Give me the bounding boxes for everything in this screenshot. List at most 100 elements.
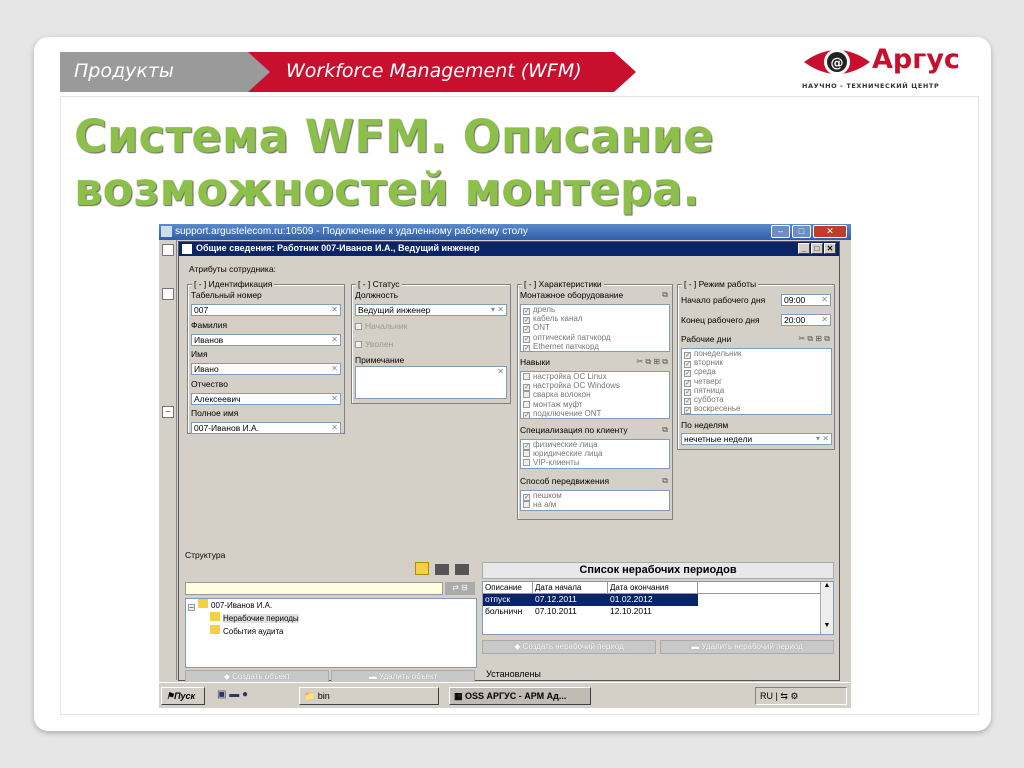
list-item[interactable]: ✓ четверг xyxy=(682,377,831,387)
end-time-field[interactable]: 20:00 ✕ xyxy=(781,314,831,326)
list-item[interactable]: настройка ОС Linux xyxy=(521,372,669,381)
clear-icon[interactable]: ✕ xyxy=(497,367,504,377)
list-item[interactable]: сварка волокон xyxy=(521,390,669,399)
edit-icon[interactable]: ⧉ xyxy=(662,476,668,486)
tray-icon[interactable]: ⚙ xyxy=(790,691,798,701)
dropdown-clear-icon[interactable]: ▾ ✕ xyxy=(816,434,829,444)
start-button[interactable]: ⚑Пуск xyxy=(161,687,205,705)
list-item[interactable]: ✓ кабель канал xyxy=(521,314,669,325)
edit-icon[interactable]: ⧉ xyxy=(662,425,668,435)
minimize-icon[interactable]: _ xyxy=(798,243,810,254)
name-field[interactable]: Ивано ✕ xyxy=(191,363,341,375)
clear-icon[interactable]: ✕ xyxy=(331,394,338,404)
taskbar-folder-bin[interactable]: 📁 bin xyxy=(299,687,439,705)
days-list[interactable]: ✓ понедельник ✓ вторник ✓ среда ✓ четверг ✓ п… xyxy=(681,348,832,415)
note-field[interactable]: ✕ xyxy=(355,366,507,399)
list-item[interactable]: юридические лица xyxy=(521,449,669,458)
list-item[interactable]: ✓ настройка ОС Windows xyxy=(521,381,669,392)
maximize-icon[interactable]: □ xyxy=(792,225,811,238)
periods-scrollbar[interactable]: ▲ ▼ xyxy=(820,582,833,634)
list-item[interactable]: ✓ дрель xyxy=(521,305,669,315)
delete-period-button[interactable]: ▬ Удалить нерабочий период xyxy=(660,640,834,654)
skills-list[interactable]: настройка ОС Linux ✓ настройка ОС Windows… xyxy=(520,371,670,419)
tree-item[interactable]: События аудита xyxy=(186,625,476,638)
folder-icon[interactable] xyxy=(435,564,449,575)
list-item[interactable]: ✓ оптический патчкорд xyxy=(521,333,669,343)
periods-table[interactable]: Описание Дата начала Дата окончания отпу… xyxy=(482,581,834,635)
identification-group-label[interactable]: [ - ] Идентификация xyxy=(192,279,275,289)
edit-icon[interactable]: ⧉ xyxy=(662,290,668,300)
taskbar-app[interactable]: ▦ OSS АРГУС - АРМ Ад... xyxy=(449,687,591,705)
list-item[interactable]: ✓ пятница xyxy=(682,386,831,396)
folder-icon[interactable] xyxy=(455,564,469,575)
status-group-label[interactable]: [ - ] Статус xyxy=(356,279,402,289)
skills-tools-icon[interactable]: ✂ ⧉ ⊞ ⧉ xyxy=(637,357,669,367)
tab-number-field[interactable]: 007 ✕ xyxy=(191,304,341,316)
lastname-field[interactable]: Иванов ✕ xyxy=(191,334,341,346)
expand-icon[interactable]: – xyxy=(162,406,174,418)
start-label: Начало рабочего дня xyxy=(681,295,766,305)
list-item[interactable]: ✓ среда xyxy=(682,367,831,378)
clear-icon[interactable]: ✕ xyxy=(331,305,338,315)
close-icon[interactable]: ✕ xyxy=(813,225,847,238)
move-list[interactable]: ✓ пешком на а/м xyxy=(520,490,670,511)
move-label: Способ передвижения xyxy=(520,476,610,486)
list-item[interactable]: ✓ суббота xyxy=(682,395,831,405)
list-item[interactable]: ✓ воскресенье xyxy=(682,404,831,415)
tree-item[interactable]: –007-Иванов И.А. xyxy=(186,599,476,612)
list-item[interactable]: ✓ вторник xyxy=(682,358,831,369)
characteristics-group-label[interactable]: [ - ] Характеристики xyxy=(522,279,604,289)
table-row[interactable]: больничн 07.10.2011 12.10.2011 xyxy=(483,606,833,618)
start-time-field[interactable]: 09:00 ✕ xyxy=(781,294,831,306)
position-select[interactable]: Ведущий инженер ▾ ✕ xyxy=(355,304,507,316)
fired-checkbox[interactable]: Уволен xyxy=(355,339,393,349)
app-icon[interactable] xyxy=(162,288,174,300)
structure-search-input[interactable] xyxy=(185,582,443,595)
argus-logo: @ Аргус НАУЧНО - ТЕХНИЧЕСКИЙ ЦЕНТР xyxy=(800,44,960,94)
maximize-icon[interactable]: □ xyxy=(811,243,823,254)
fullname-field[interactable]: 007-Иванов И.А. ✕ xyxy=(191,422,341,434)
network-icon[interactable]: ⇆ xyxy=(780,691,788,701)
equipment-list[interactable]: ✓ дрель ✓ кабель канал ✓ ONT ✓ оптический па… xyxy=(520,304,670,352)
weeks-label: По неделям xyxy=(681,420,729,430)
breadcrumb-section[interactable]: Продукты xyxy=(60,52,272,92)
minimize-icon[interactable]: – xyxy=(771,225,790,238)
structure-tree[interactable]: –007-Иванов И.А. Нерабочие периоды Событ… xyxy=(185,598,477,668)
close-icon[interactable]: ✕ xyxy=(824,243,836,254)
schedule-group-label[interactable]: [ - ] Режим работы xyxy=(682,279,759,289)
table-row[interactable]: отпуск 07.12.2011 01.02.2012 xyxy=(483,594,698,606)
chief-label: Начальник xyxy=(365,321,408,331)
list-item[interactable]: VIP-клиенты xyxy=(521,458,669,467)
patronymic-field[interactable]: Алексеевич ✕ xyxy=(191,393,341,405)
chief-checkbox[interactable]: Начальник xyxy=(355,321,407,331)
fullname-label: Полное имя xyxy=(191,408,239,418)
language-indicator[interactable]: RU xyxy=(760,691,773,701)
breadcrumb-page[interactable]: Workforce Management (WFM) xyxy=(248,52,636,92)
folder-add-icon[interactable] xyxy=(415,562,429,575)
list-item[interactable]: ✓ ONT xyxy=(521,323,669,334)
list-item[interactable]: ✓ физические лица xyxy=(521,440,669,450)
create-period-button[interactable]: ◆ Создать нерабочий период xyxy=(482,640,656,654)
spec-list[interactable]: ✓ физические лица юридические лица VIP-кл… xyxy=(520,439,670,469)
days-tools-icon[interactable]: ✂ ⧉ ⊞ ⧉ xyxy=(799,334,831,344)
clear-icon[interactable]: ✕ xyxy=(821,295,828,305)
list-item[interactable]: ✓ понедельник xyxy=(682,349,831,359)
clear-icon[interactable]: ✕ xyxy=(821,315,828,325)
scroll-down-icon[interactable]: ▼ xyxy=(821,622,833,634)
scroll-up-icon[interactable]: ▲ xyxy=(821,582,833,594)
dropdown-clear-icon[interactable]: ▾ ✕ xyxy=(491,305,504,315)
list-item[interactable]: ✓ пешком xyxy=(521,491,669,501)
lastname-label: Фамилия xyxy=(191,320,228,330)
weeks-select[interactable]: нечетные недели ▾ ✕ xyxy=(681,433,832,445)
structure-filter-button[interactable]: ⇄ ⊟ xyxy=(445,582,475,595)
list-item[interactable]: ✓ подключение ONT xyxy=(521,409,669,419)
clear-icon[interactable]: ✕ xyxy=(331,335,338,345)
list-item[interactable]: на а/м xyxy=(521,500,669,509)
clear-icon[interactable]: ✕ xyxy=(331,423,338,433)
app-icon[interactable] xyxy=(162,244,174,256)
list-item[interactable]: монтаж муфт xyxy=(521,400,669,409)
identification-group: [ - ] Идентификация Табельный номер 007 ✕… xyxy=(187,279,345,434)
tree-item[interactable]: Нерабочие периоды xyxy=(186,612,476,625)
clear-icon[interactable]: ✕ xyxy=(331,364,338,374)
list-item[interactable]: ✓ Ethernet патчкорд xyxy=(521,342,669,352)
